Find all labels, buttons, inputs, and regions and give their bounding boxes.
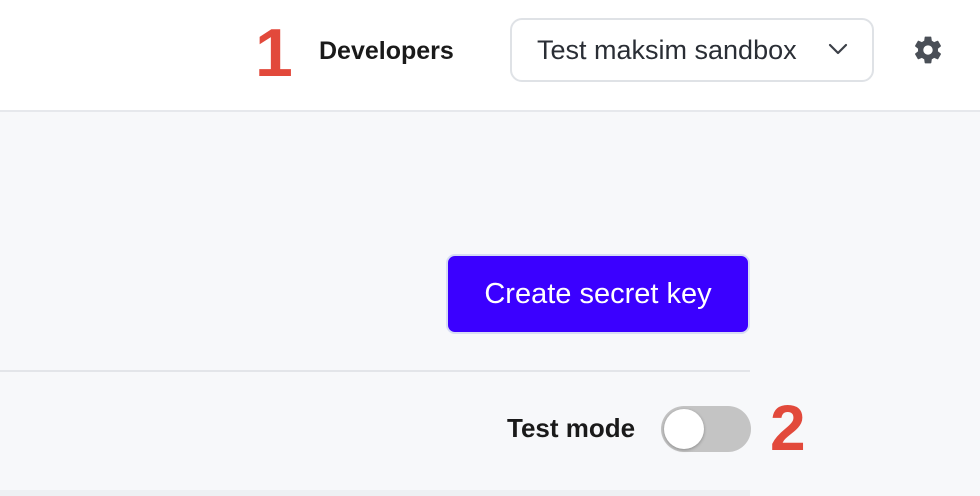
annotation-marker-2: 2 xyxy=(770,392,806,464)
top-bar: 1 Developers Test maksim sandbox xyxy=(0,0,980,112)
test-mode-panel xyxy=(0,372,750,496)
dashboard-page: 1 Developers Test maksim sandbox Create … xyxy=(0,0,980,496)
annotation-marker-1: 1 xyxy=(255,15,293,91)
chevron-down-icon xyxy=(828,43,848,55)
bottom-edge xyxy=(0,490,750,496)
gear-icon[interactable] xyxy=(912,34,944,66)
test-mode-toggle[interactable] xyxy=(661,406,751,452)
create-secret-key-button[interactable]: Create secret key xyxy=(446,254,750,334)
toggle-knob xyxy=(664,409,704,449)
account-selector-value: Test maksim sandbox xyxy=(537,35,797,65)
account-selector[interactable]: Test maksim sandbox xyxy=(510,18,874,82)
developers-link[interactable]: Developers xyxy=(319,36,454,66)
test-mode-label: Test mode xyxy=(507,413,636,443)
